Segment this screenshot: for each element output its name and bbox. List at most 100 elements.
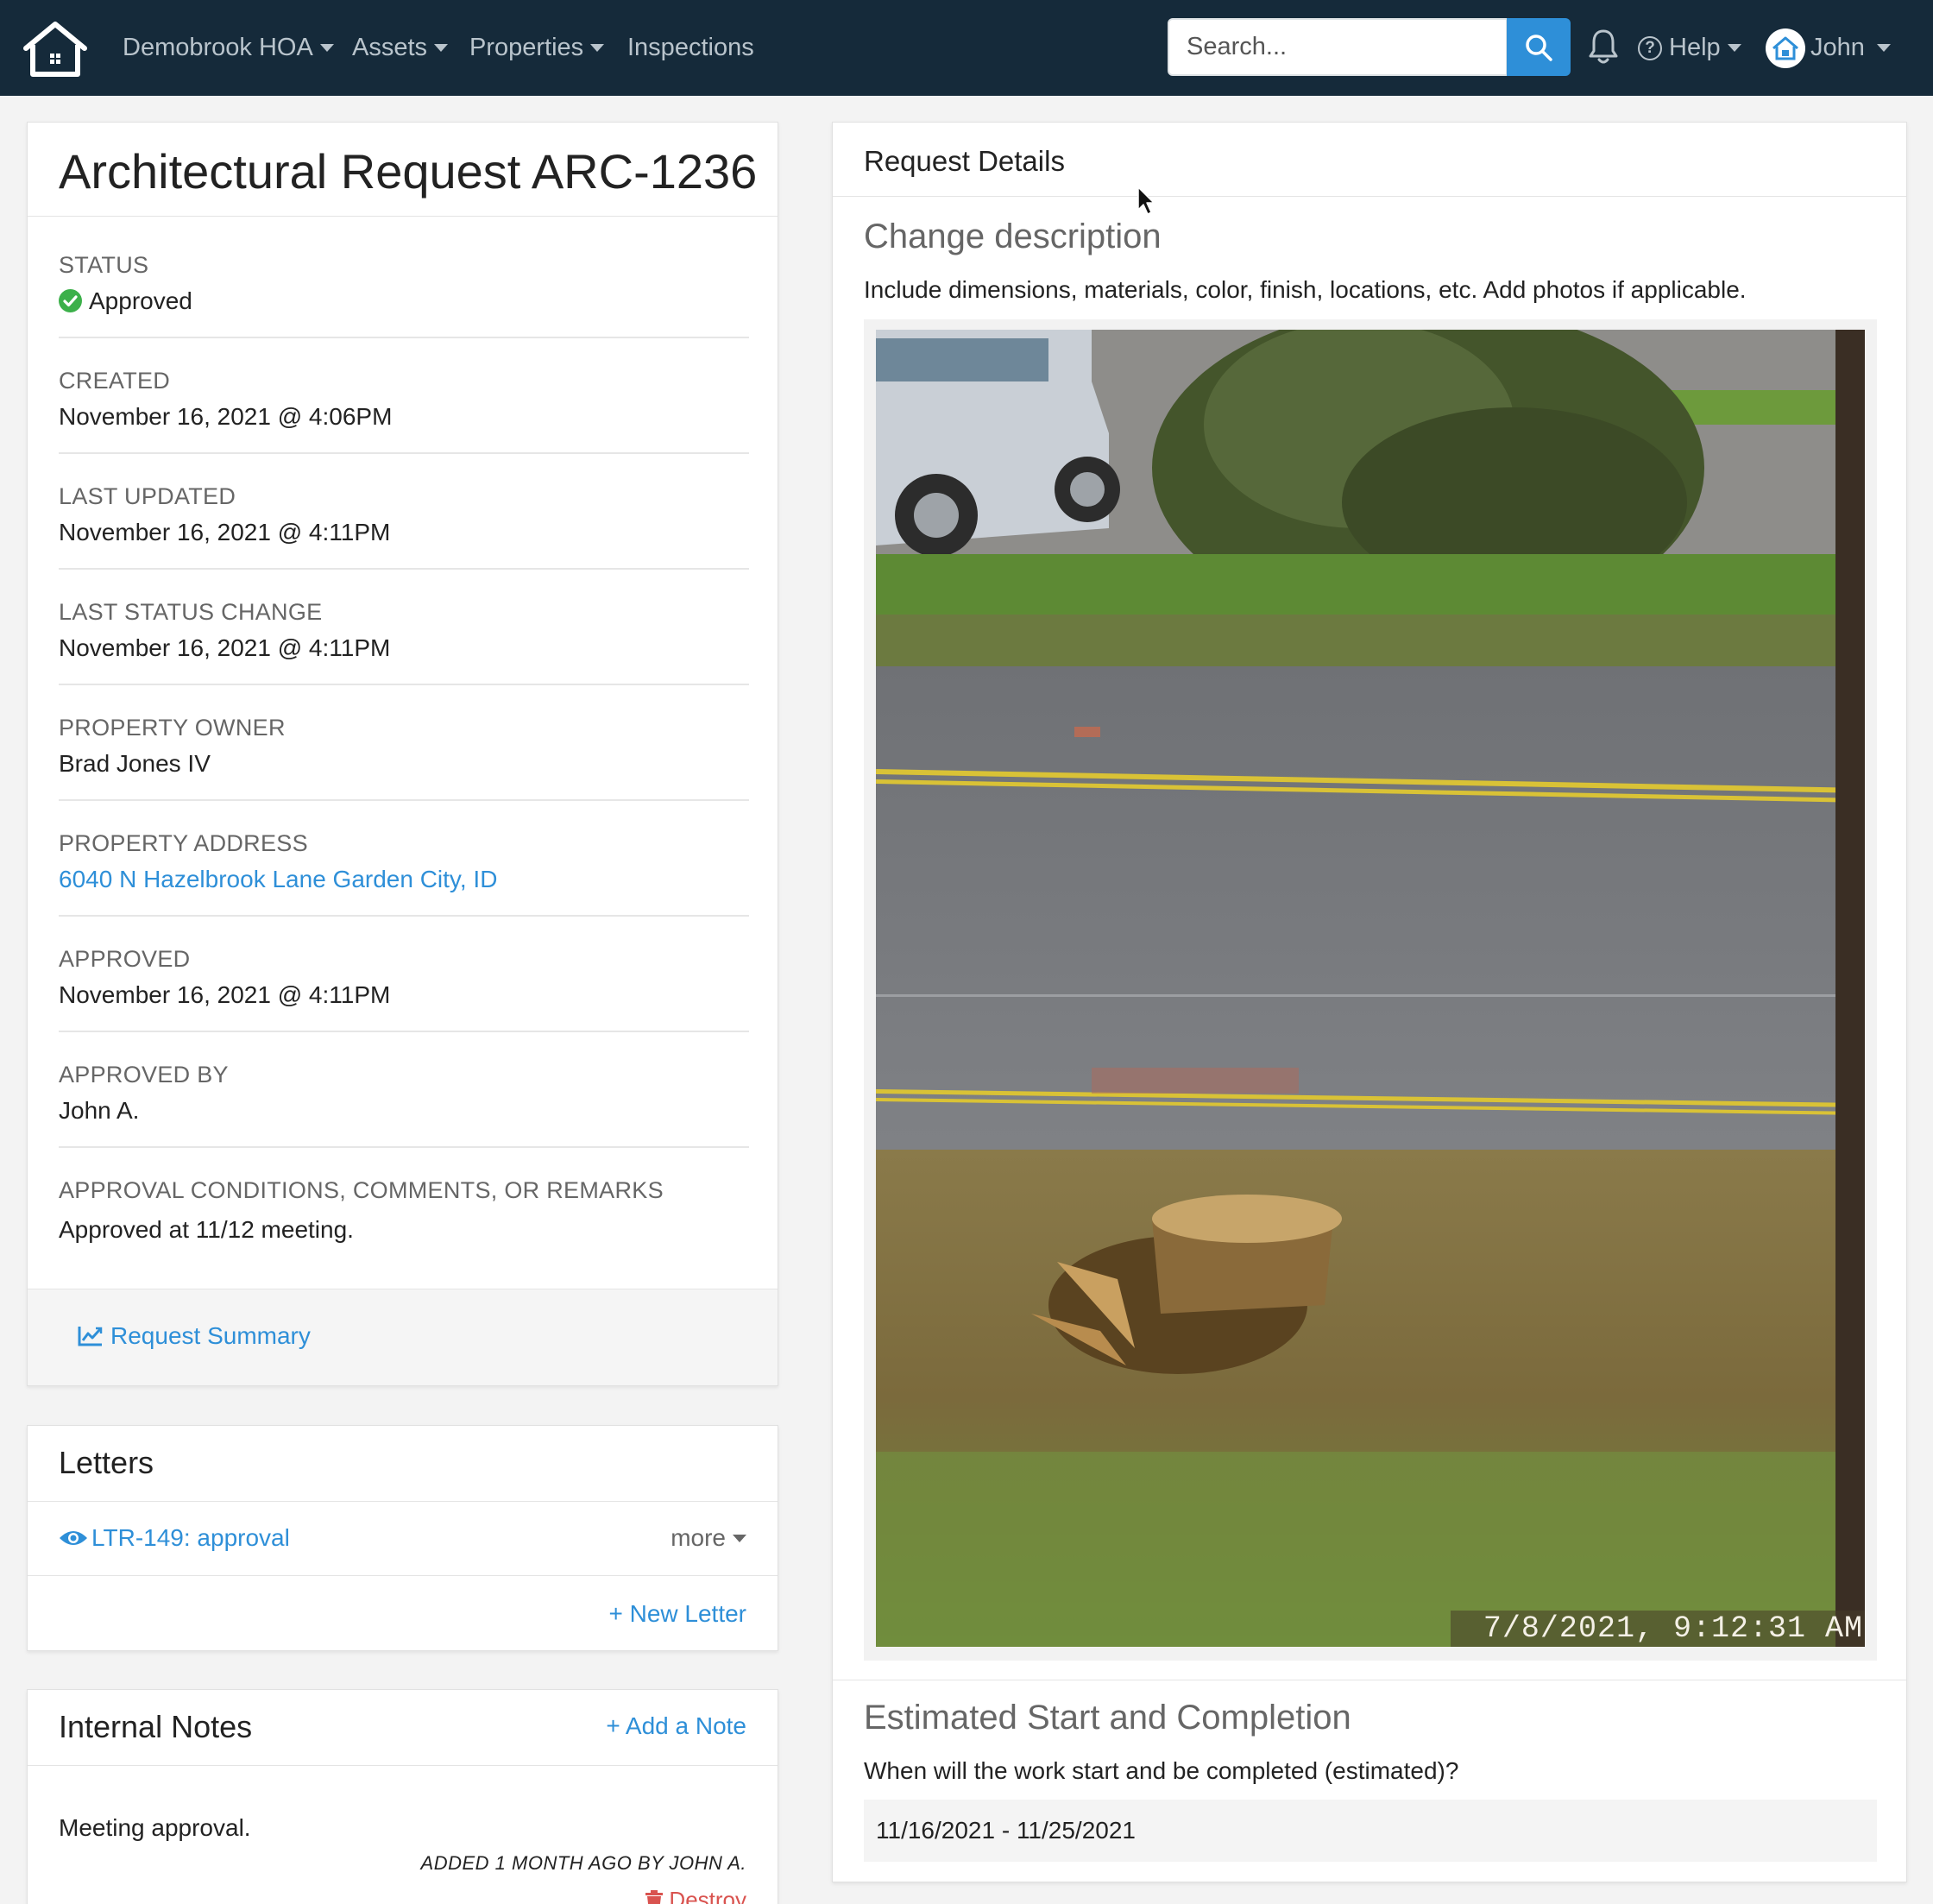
divider [59,452,749,454]
divider [833,196,1906,197]
field-label: LAST UPDATED [59,483,236,509]
letter-item-label: LTR-149: approval [91,1524,290,1551]
request-summary-link[interactable]: Request Summary [78,1322,311,1350]
field-property-address: PROPERTY ADDRESS 6040 N Hazelbrook Lane … [59,830,749,893]
divider [59,684,749,685]
avatar [1766,28,1805,68]
help-dropdown[interactable]: ? Help [1638,0,1741,96]
nav-assets-dropdown[interactable]: Assets [352,0,449,96]
page-title: Architectural Request ARC-1236 [59,144,758,199]
mouse-cursor-icon [1137,186,1155,215]
search-input[interactable] [1168,18,1508,76]
field-last-updated: LAST UPDATED November 16, 2021 @ 4:11PM [59,483,749,546]
request-details-card: Request Details Change description Inclu… [832,122,1907,1882]
internal-notes-card: Internal Notes + Add a Note Meeting appr… [27,1689,778,1904]
eye-icon [60,1531,87,1545]
letters-title: Letters [59,1445,154,1480]
field-value: Approved at 11/12 meeting. [59,1216,354,1243]
field-label: CREATED [59,368,171,394]
field-status: STATUS Approved [59,252,749,315]
user-name: John [1810,34,1865,61]
estimate-title: Estimated Start and Completion [864,1699,1351,1737]
check-circle-icon [59,289,82,312]
destroy-label: Destroy [669,1887,746,1904]
bell-icon[interactable] [1588,28,1619,66]
chevron-down-icon [733,1534,746,1542]
line-chart-icon [78,1327,103,1346]
field-label: APPROVED [59,946,191,972]
user-menu-dropdown[interactable]: John [1766,0,1891,96]
more-label: more [671,1524,726,1551]
property-address-link[interactable]: 6040 N Hazelbrook Lane Garden City, ID [59,866,749,893]
divider [28,1575,778,1576]
field-value: November 16, 2021 @ 4:11PM [59,634,391,661]
nav-inspections-label: Inspections [627,34,754,61]
divider [59,799,749,801]
field-property-owner: PROPERTY OWNER Brad Jones IV [59,715,749,778]
note-meta: ADDED 1 MONTH AGO BY JOHN A. [420,1852,746,1874]
notes-title: Internal Notes [59,1709,253,1744]
divider [28,216,778,217]
change-description-help: Include dimensions, materials, color, fi… [864,276,1747,303]
chevron-down-icon [434,44,449,52]
field-value: John A. [59,1097,140,1124]
field-label: LAST STATUS CHANGE [59,599,323,625]
field-value: November 16, 2021 @ 4:06PM [59,403,393,430]
home-avatar-icon [1772,36,1798,60]
letter-more-dropdown[interactable]: more [671,1524,746,1552]
field-value: November 16, 2021 @ 4:11PM [59,981,391,1008]
card-footer: Request Summary [28,1289,778,1385]
nav-properties-dropdown[interactable]: Properties [469,0,605,96]
chevron-down-icon [319,44,334,52]
note-text: Meeting approval. [59,1814,251,1841]
field-label: PROPERTY ADDRESS [59,830,308,856]
letters-card: Letters LTR-149: approval more + New Let… [27,1425,778,1651]
trash-icon [645,1889,664,1904]
field-value: Brad Jones IV [59,750,211,777]
divider [59,1031,749,1032]
destroy-note-button[interactable]: Destroy [645,1887,746,1904]
field-created: CREATED November 16, 2021 @ 4:06PM [59,368,749,431]
divider [59,915,749,917]
nav-inspections-link[interactable]: Inspections [627,0,754,96]
photo-frame: 7/8/2021, 9:12:31 AM [864,319,1877,1661]
request-info-card: Architectural Request ARC-1236 STATUS Ap… [27,122,778,1386]
nav-assets-label: Assets [352,34,428,61]
field-value: November 16, 2021 @ 4:11PM [59,519,391,545]
question-circle-icon: ? [1638,35,1662,60]
change-description-title: Change description [864,218,1162,255]
field-label: PROPERTY OWNER [59,715,286,741]
divider [59,568,749,570]
field-label: APPROVED BY [59,1062,229,1088]
letter-item-link[interactable]: LTR-149: approval [59,1524,290,1552]
change-photo[interactable]: 7/8/2021, 9:12:31 AM [876,330,1865,1647]
chevron-down-icon [1876,44,1891,52]
nav-org-dropdown[interactable]: Demobrook HOA [123,0,334,96]
new-letter-button[interactable]: + New Letter [608,1600,746,1628]
request-summary-label: Request Summary [110,1322,311,1349]
field-last-status-change: LAST STATUS CHANGE November 16, 2021 @ 4… [59,599,749,662]
estimate-date-range: 11/16/2021 - 11/25/2021 [864,1800,1877,1862]
divider [28,1765,778,1766]
status-badge: Approved [59,287,749,315]
divider [59,337,749,338]
field-approved-by: APPROVED BY John A. [59,1062,749,1125]
photo-timestamp: 7/8/2021, 9:12:31 AM [1451,1611,1865,1647]
status-value: Approved [89,287,192,314]
field-approved: APPROVED November 16, 2021 @ 4:11PM [59,946,749,1009]
photo-image-icon [876,330,1865,1647]
search-button[interactable] [1507,18,1571,76]
add-note-button[interactable]: + Add a Note [606,1712,746,1740]
help-label: Help [1669,34,1721,61]
field-label: APPROVAL CONDITIONS, COMMENTS, OR REMARK… [59,1177,664,1203]
chevron-down-icon [590,44,605,52]
estimate-help: When will the work start and be complete… [864,1757,1459,1784]
search-icon [1526,34,1552,61]
nav-org-label: Demobrook HOA [123,34,313,61]
divider [59,1146,749,1148]
chevron-down-icon [1727,44,1741,52]
request-details-title: Request Details [864,145,1065,177]
nav-properties-label: Properties [469,34,584,61]
home-logo-icon[interactable] [21,19,90,79]
field-label: STATUS [59,252,149,278]
